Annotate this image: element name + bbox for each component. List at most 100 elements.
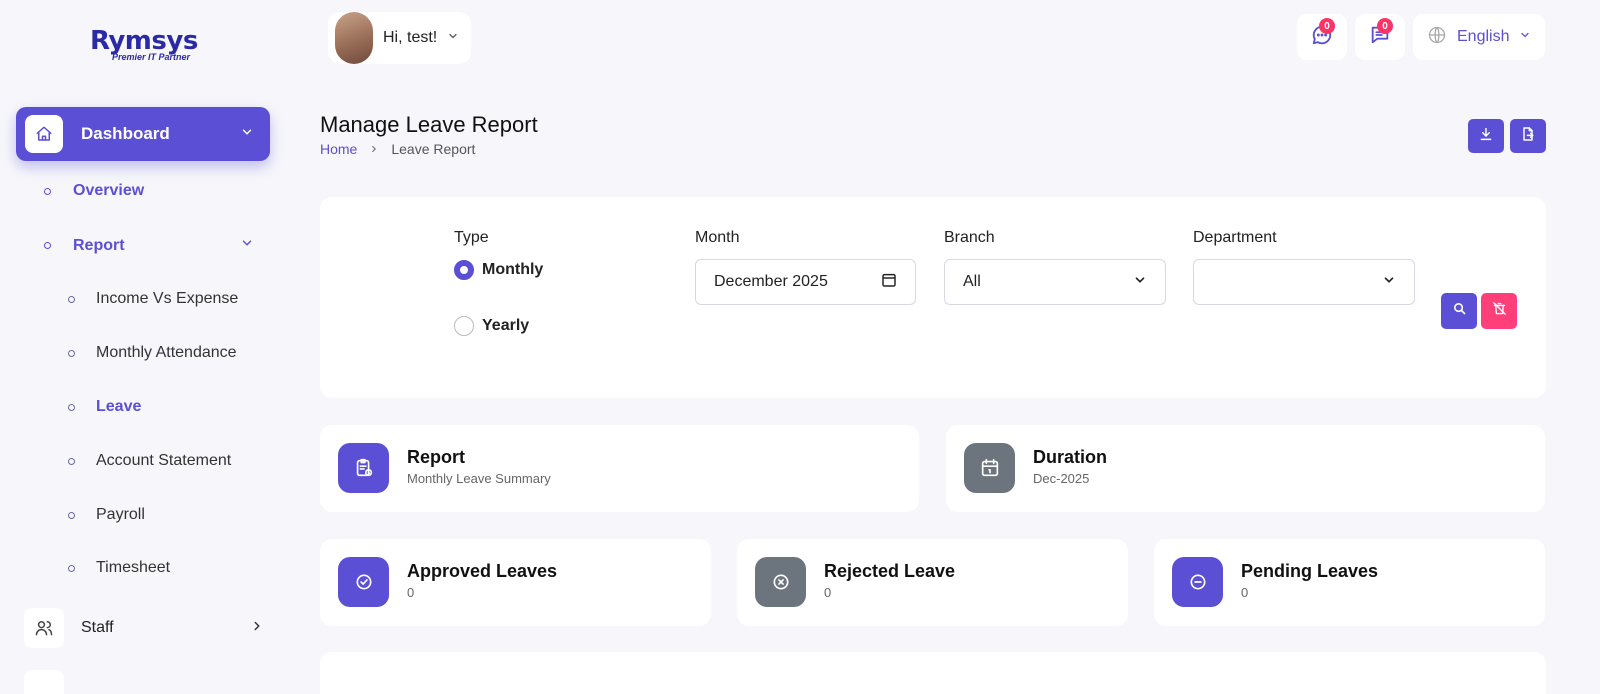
clipboard-report-icon <box>338 443 389 493</box>
notifications-count-badge: 0 <box>1377 18 1393 34</box>
chevron-right-icon <box>250 619 264 638</box>
branch-value: All <box>963 273 981 290</box>
approved-leaves-card: Approved Leaves 0 <box>320 539 711 626</box>
sidebar: Rymsys Premier IT Partner Dashboard Over… <box>0 0 290 694</box>
sidebar-item-payroll[interactable]: Payroll <box>68 506 145 524</box>
type-label: Type <box>454 229 489 246</box>
chevron-down-icon <box>1519 28 1531 46</box>
bullet-icon <box>44 242 51 249</box>
pending-leaves-card: Pending Leaves 0 <box>1154 539 1545 626</box>
type-yearly-radio[interactable]: Yearly <box>454 316 529 336</box>
report-table-card <box>320 652 1546 694</box>
sidebar-item-label: Timesheet <box>96 559 171 576</box>
month-value: December 2025 <box>714 273 828 290</box>
type-yearly-label: Yearly <box>482 317 530 334</box>
chevron-down-icon <box>240 236 254 255</box>
search-button[interactable] <box>1441 293 1477 329</box>
messages-count-badge: 0 <box>1319 18 1335 34</box>
circle-minus-icon <box>1172 557 1223 607</box>
bullet-icon <box>68 564 75 572</box>
search-icon <box>1452 301 1467 321</box>
trash-off-icon <box>1492 301 1507 321</box>
sidebar-item-staff[interactable]: Staff <box>24 608 264 648</box>
month-label: Month <box>695 229 740 246</box>
home-icon <box>25 115 63 153</box>
report-card: Report Monthly Leave Summary <box>320 425 919 512</box>
download-icon <box>1478 126 1494 147</box>
sidebar-item-label: Monthly Attendance <box>96 344 237 361</box>
approved-leaves-value: 0 <box>407 585 415 600</box>
breadcrumb-home-link[interactable]: Home <box>320 141 357 157</box>
approved-leaves-title: Approved Leaves <box>407 561 558 581</box>
branch-label: Branch <box>944 229 995 246</box>
bullet-icon <box>44 187 51 195</box>
user-greeting: Hi, test! <box>383 29 438 46</box>
sidebar-item-label: Payroll <box>96 506 145 523</box>
chevron-down-icon <box>1382 273 1396 292</box>
breadcrumb: Home Leave Report <box>320 141 475 157</box>
sidebar-item-label: Report <box>73 236 125 254</box>
sidebar-item-leave[interactable]: Leave <box>68 398 141 416</box>
bullet-icon <box>68 349 75 357</box>
export-button[interactable] <box>1510 119 1546 153</box>
circle-check-icon <box>338 557 389 607</box>
pending-leaves-title: Pending Leaves <box>1241 561 1379 581</box>
duration-subtitle: Dec-2025 <box>1033 471 1090 486</box>
language-selector[interactable]: English <box>1413 14 1545 60</box>
department-label: Department <box>1193 229 1277 246</box>
pending-leaves-value: 0 <box>1241 585 1249 600</box>
month-picker[interactable]: December 2025 <box>695 259 916 305</box>
sidebar-item-timesheet[interactable]: Timesheet <box>68 559 170 577</box>
brand-logo[interactable]: Rymsys Premier IT Partner <box>90 26 220 72</box>
branch-select[interactable]: All <box>944 259 1166 305</box>
sidebar-item-next[interactable] <box>24 670 64 694</box>
rejected-leave-value: 0 <box>824 585 832 600</box>
notifications-button[interactable]: 0 <box>1355 14 1405 60</box>
brand-tagline: Premier IT Partner <box>112 52 191 62</box>
chevron-down-icon <box>240 125 254 144</box>
chevron-down-icon <box>447 29 459 47</box>
bullet-icon <box>68 295 75 303</box>
duration-card: Duration Dec-2025 <box>946 425 1545 512</box>
bullet-icon <box>68 403 75 411</box>
users-icon <box>24 608 64 648</box>
reset-filter-button[interactable] <box>1481 293 1517 329</box>
sidebar-item-overview[interactable]: Overview <box>44 182 144 200</box>
type-monthly-radio[interactable]: Monthly <box>454 260 543 280</box>
chevron-down-icon <box>1133 273 1147 292</box>
sidebar-item-label: Dashboard <box>81 124 170 143</box>
circle-x-icon <box>755 557 806 607</box>
bullet-icon <box>68 511 75 519</box>
sidebar-item-monthly-attendance[interactable]: Monthly Attendance <box>68 344 237 362</box>
sidebar-item-label: Account Statement <box>96 452 232 469</box>
radio-unchecked-icon <box>454 316 474 336</box>
globe-icon <box>1427 25 1447 50</box>
chevron-right-icon <box>369 141 379 157</box>
sidebar-item-account-statement[interactable]: Account Statement <box>68 452 231 470</box>
sidebar-item-dashboard[interactable]: Dashboard <box>16 107 270 161</box>
report-subtitle: Monthly Leave Summary <box>407 471 551 486</box>
rejected-leave-title: Rejected Leave <box>824 561 956 581</box>
sidebar-item-income-vs-expense[interactable]: Income Vs Expense <box>68 290 238 308</box>
bullet-icon <box>68 457 75 465</box>
sidebar-item-label: Overview <box>73 182 145 199</box>
sidebar-item-report[interactable]: Report <box>44 236 254 255</box>
calendar-icon[interactable] <box>881 272 897 293</box>
report-title: Report <box>407 447 465 467</box>
duration-title: Duration <box>1033 447 1107 467</box>
sidebar-item-label: Leave <box>96 398 142 415</box>
file-export-icon <box>1520 126 1536 147</box>
sidebar-item-label: Income Vs Expense <box>96 290 239 307</box>
page-title: Manage Leave Report <box>320 112 538 137</box>
rejected-leave-card: Rejected Leave 0 <box>737 539 1128 626</box>
download-button[interactable] <box>1468 119 1504 153</box>
radio-checked-icon <box>454 260 474 280</box>
language-label: English <box>1457 28 1510 45</box>
breadcrumb-current: Leave Report <box>391 141 476 157</box>
messages-button[interactable]: 0 <box>1297 14 1347 60</box>
sidebar-item-label: Staff <box>81 619 114 636</box>
user-menu[interactable]: Hi, test! <box>328 12 471 64</box>
type-monthly-label: Monthly <box>482 261 544 278</box>
department-select[interactable] <box>1193 259 1415 305</box>
calendar-icon <box>964 443 1015 493</box>
